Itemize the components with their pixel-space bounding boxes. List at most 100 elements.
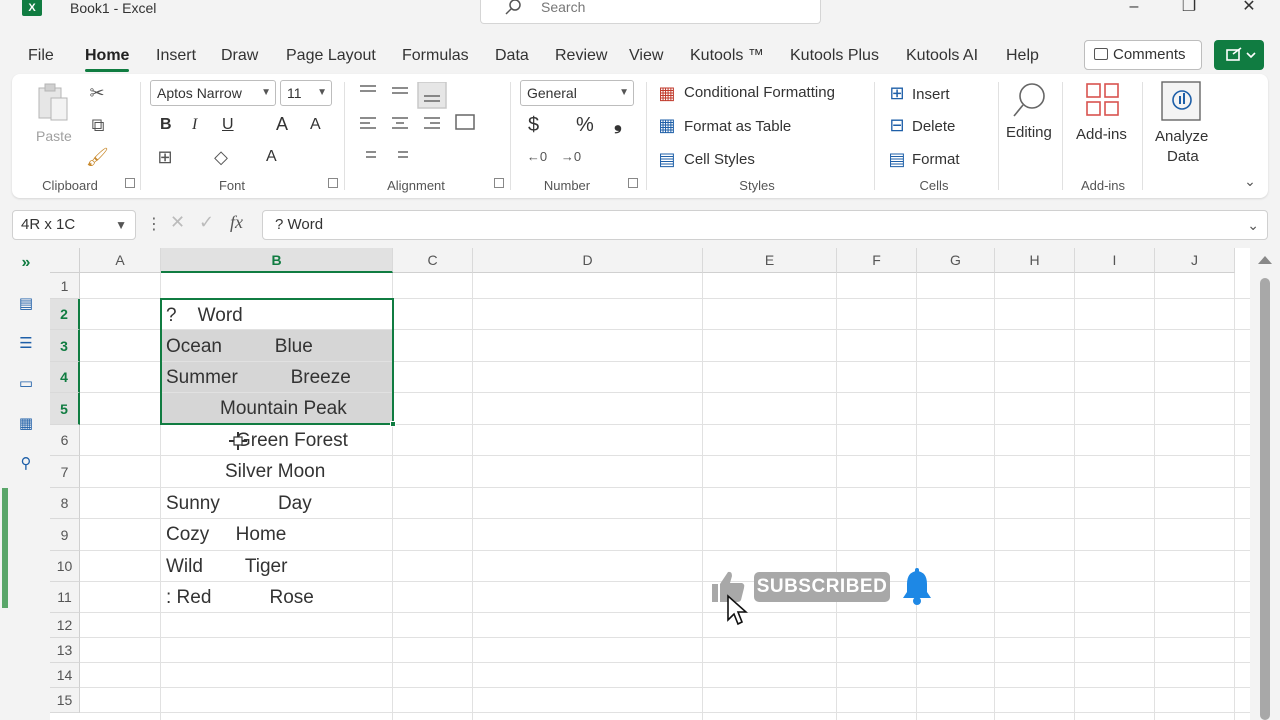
tab-kutools-plus[interactable]: Kutools Plus: [790, 40, 879, 72]
rail-sheet-icon[interactable]: ▤: [16, 294, 36, 312]
fill-color-icon[interactable]: ◇: [210, 146, 232, 168]
analyze-label-line2[interactable]: Data: [1167, 148, 1199, 165]
row-header-14[interactable]: 14: [50, 663, 80, 688]
decrease-decimal-icon[interactable]: →0: [558, 146, 584, 168]
tab-help[interactable]: Help: [1006, 40, 1039, 72]
row-header-2[interactable]: 2: [50, 299, 80, 330]
search-box[interactable]: Search: [480, 0, 821, 24]
column-header-e[interactable]: E: [703, 248, 837, 273]
column-header-h[interactable]: H: [995, 248, 1075, 273]
row-header-15[interactable]: 15: [50, 688, 80, 713]
rail-table-icon[interactable]: ▦: [16, 414, 36, 432]
minimize-button[interactable]: –: [1119, 0, 1149, 16]
tab-page-layout[interactable]: Page Layout: [286, 40, 376, 72]
font-launcher-icon[interactable]: [328, 178, 338, 188]
restore-button[interactable]: ❐: [1174, 0, 1204, 16]
copy-icon[interactable]: ⧉: [84, 114, 112, 136]
paste-label[interactable]: Paste: [36, 128, 72, 144]
row-header-3[interactable]: 3: [50, 330, 80, 362]
expand-formula-icon[interactable]: ⌄: [1247, 211, 1259, 239]
cell-b11[interactable]: : Red Rose: [166, 583, 314, 613]
tab-home[interactable]: Home: [85, 40, 130, 72]
number-launcher-icon[interactable]: [628, 178, 638, 188]
font-name-dropdown[interactable]: Aptos Narrow ▼: [150, 80, 276, 106]
share-button[interactable]: [1214, 40, 1264, 70]
alignment-icons[interactable]: [356, 82, 504, 172]
row-header-8[interactable]: 8: [50, 488, 80, 519]
fill-handle[interactable]: [390, 421, 396, 427]
scrollbar-thumb[interactable]: [1260, 278, 1270, 720]
increase-decimal-icon[interactable]: ←0: [524, 146, 550, 168]
row-header-7[interactable]: 7: [50, 456, 80, 488]
format-painter-icon[interactable]: 🖌: [86, 146, 109, 168]
confirm-entry-icon[interactable]: ✓: [199, 212, 214, 233]
cut-icon[interactable]: ✂: [86, 82, 108, 104]
delete-button[interactable]: Delete: [912, 118, 955, 135]
more-options-icon[interactable]: ⋮: [146, 214, 162, 234]
row-header-11[interactable]: 11: [50, 582, 80, 613]
tab-insert[interactable]: Insert: [156, 40, 196, 72]
name-box[interactable]: 4R x 1C ▼: [12, 210, 136, 240]
cell-b7[interactable]: Silver Moon: [225, 457, 325, 487]
vertical-scrollbar[interactable]: [1250, 248, 1280, 720]
row-header-13[interactable]: 13: [50, 638, 80, 663]
conditional-formatting-button[interactable]: Conditional Formatting: [684, 84, 835, 101]
ribbon-collapse-icon[interactable]: ⌄: [1240, 170, 1260, 192]
row-header-6[interactable]: 6: [50, 425, 80, 456]
column-header-i[interactable]: I: [1075, 248, 1155, 273]
italic-button[interactable]: I: [192, 116, 197, 134]
column-header-d[interactable]: D: [473, 248, 703, 273]
tab-kutools[interactable]: Kutools ™: [690, 40, 764, 72]
comments-button[interactable]: Comments: [1084, 40, 1202, 70]
cell-b9[interactable]: Cozy Home: [166, 520, 286, 550]
scroll-up-icon[interactable]: [1258, 256, 1272, 264]
rail-list-icon[interactable]: ☰: [16, 334, 36, 352]
row-header-4[interactable]: 4: [50, 362, 80, 393]
expand-rail-icon[interactable]: »: [16, 254, 36, 271]
clipboard-launcher-icon[interactable]: [125, 178, 135, 188]
cancel-entry-icon[interactable]: ✕: [170, 212, 185, 233]
tab-review[interactable]: Review: [555, 40, 607, 72]
cell-b10[interactable]: Wild Tiger: [166, 552, 287, 582]
rail-print-icon[interactable]: ▭: [16, 374, 36, 392]
comma-button[interactable]: ❟: [614, 112, 622, 135]
format-as-table-button[interactable]: Format as Table: [684, 118, 791, 135]
borders-icon[interactable]: ⊞: [154, 146, 176, 168]
shrink-font-button[interactable]: A: [310, 116, 321, 134]
row-header-12[interactable]: 12: [50, 613, 80, 638]
tab-draw[interactable]: Draw: [221, 40, 258, 72]
cell-b6[interactable]: Green Forest: [236, 426, 348, 456]
cell-b8[interactable]: Sunny Day: [166, 489, 312, 519]
tab-kutools-ai[interactable]: Kutools AI: [906, 40, 978, 72]
underline-button[interactable]: U: [222, 116, 234, 134]
column-header-c[interactable]: C: [393, 248, 473, 273]
alignment-launcher-icon[interactable]: [494, 178, 504, 188]
row-header-5[interactable]: 5: [50, 393, 80, 425]
select-all-corner[interactable]: [50, 248, 80, 273]
font-size-dropdown[interactable]: 11 ▼: [280, 80, 332, 106]
worksheet-grid[interactable]: A B C D E F G H I J 1 2 3 4 5 6 7 8 9 10…: [50, 248, 1250, 720]
analyze-label-line1[interactable]: Analyze: [1155, 128, 1208, 145]
column-header-f[interactable]: F: [837, 248, 917, 273]
number-format-dropdown[interactable]: General ▼: [520, 80, 634, 106]
column-header-a[interactable]: A: [80, 248, 161, 273]
close-button[interactable]: ✕: [1234, 0, 1264, 16]
tab-formulas[interactable]: Formulas: [402, 40, 469, 72]
format-button[interactable]: Format: [912, 151, 960, 168]
font-color-button[interactable]: A: [266, 148, 277, 166]
tab-file[interactable]: File: [28, 40, 54, 72]
grow-font-button[interactable]: A: [276, 114, 288, 135]
tab-view[interactable]: View: [629, 40, 663, 72]
percent-button[interactable]: %: [576, 114, 594, 137]
rail-find-icon[interactable]: ⚲: [16, 454, 36, 472]
row-header-9[interactable]: 9: [50, 519, 80, 551]
cell-styles-button[interactable]: Cell Styles: [684, 151, 755, 168]
insert-function-icon[interactable]: fx: [230, 212, 243, 233]
formula-input[interactable]: ? Word ⌄: [262, 210, 1268, 240]
add-ins-button[interactable]: Add-ins: [1076, 126, 1127, 143]
bold-button[interactable]: B: [160, 116, 172, 134]
row-header-10[interactable]: 10: [50, 551, 80, 582]
tab-data[interactable]: Data: [495, 40, 529, 72]
currency-button[interactable]: $: [528, 114, 539, 137]
column-header-j[interactable]: J: [1155, 248, 1235, 273]
